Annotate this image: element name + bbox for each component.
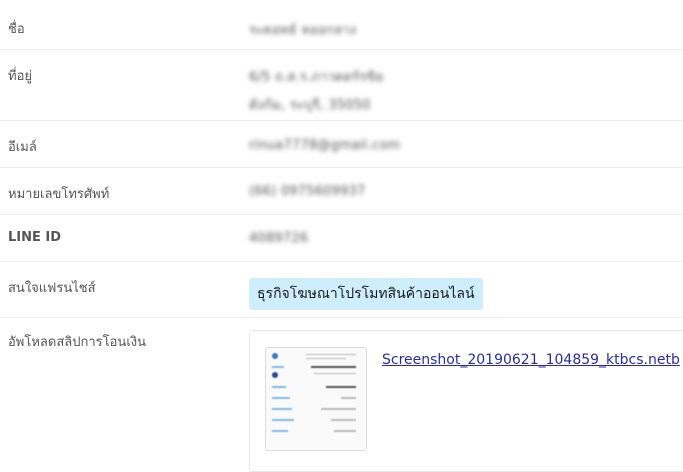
slip-file-link[interactable]: Screenshot_20190621_104859_ktbcs.netb xyxy=(382,352,680,368)
upload-attachment: Screenshot_20190621_104859_ktbcs.netb xyxy=(249,330,683,472)
slip-thumbnail[interactable] xyxy=(265,347,367,451)
name-label: ชื่อ xyxy=(8,22,25,37)
address-line-2: ดังก้ม, ระบุรี, 35050 xyxy=(249,98,371,113)
divider xyxy=(0,261,683,262)
upload-label: อัพโหลดสลิปการโอนเงิน xyxy=(8,335,146,350)
name-value: ระดอทธ์ หออกลาง xyxy=(249,23,357,38)
line-id-label: LINE ID xyxy=(8,230,62,245)
divider xyxy=(0,214,683,215)
email-label: อีเมล์ xyxy=(8,140,37,155)
phone-label: หมายเลขโทรศัพท์ xyxy=(8,187,110,202)
divider xyxy=(0,120,683,121)
slip-image xyxy=(266,348,366,450)
divider xyxy=(0,49,683,50)
submission-detail: ชื่อ ระดอทธ์ หออกลาง ที่อยู่ 6/5 ถ.ส.ร.ภ… xyxy=(0,0,683,472)
franchise-label: สนใจแฟรนไชส์ xyxy=(8,281,96,296)
line-id-value: 4089726 xyxy=(249,231,309,246)
address-line-1: 6/5 ถ.ส.ร.ภาวดตร์รขิย xyxy=(249,70,384,85)
phone-value: (66) 0975609937 xyxy=(249,184,366,199)
divider xyxy=(0,317,683,318)
franchise-badge: ธุรกิจโฆษณาโปรโมทสินค้าออนไลน์ xyxy=(249,278,483,310)
email-value: rinua7778@gmail.com xyxy=(249,138,401,153)
address-label: ที่อยู่ xyxy=(8,69,32,84)
divider xyxy=(0,167,683,168)
